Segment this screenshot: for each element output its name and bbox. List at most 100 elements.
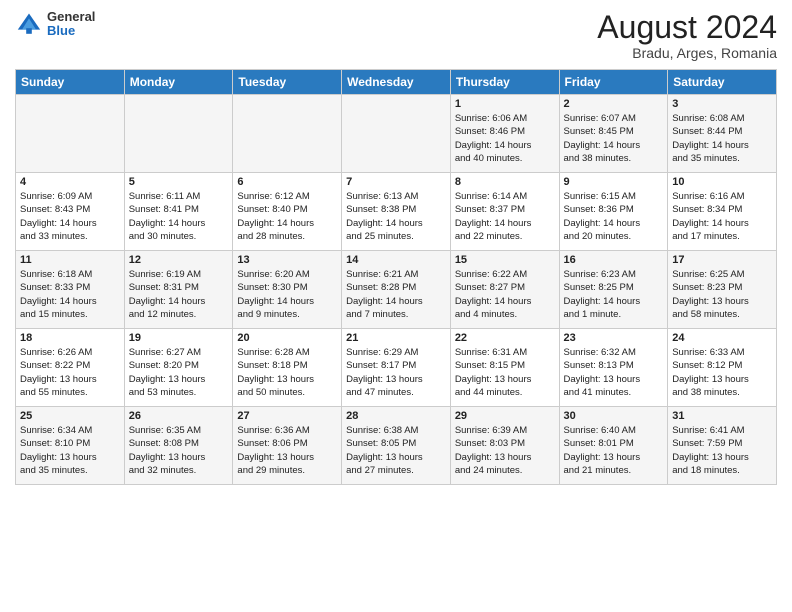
month-title: August 2024	[597, 10, 777, 45]
day-number: 5	[129, 176, 229, 188]
calendar-cell: 31 Sunrise: 6:41 AM Sunset: 7:59 PM Dayli…	[668, 407, 777, 485]
day-info: Sunrise: 6:11 AM Sunset: 8:41 PM Dayligh…	[129, 190, 229, 243]
calendar-week-row: 11Sunrise: 6:18 AM Sunset: 8:33 PM Dayli…	[16, 251, 777, 329]
calendar-cell: 4 Sunrise: 6:09 AM Sunset: 8:43 PM Daylig…	[16, 173, 125, 251]
weekday-header-sunday: Sunday	[16, 70, 125, 95]
day-number: 21	[346, 332, 446, 344]
day-number: 30	[564, 410, 664, 422]
calendar-cell: 21 Sunrise: 6:29 AM Sunset: 8:17 PM Dayli…	[342, 329, 451, 407]
day-number: 23	[564, 332, 664, 344]
calendar-table: SundayMondayTuesdayWednesdayThursdayFrid…	[15, 69, 777, 485]
calendar-cell: 27 Sunrise: 6:36 AM Sunset: 8:06 PM Dayli…	[233, 407, 342, 485]
calendar-cell: 11Sunrise: 6:18 AM Sunset: 8:33 PM Dayli…	[16, 251, 125, 329]
calendar-cell: 18Sunrise: 6:26 AM Sunset: 8:22 PM Dayli…	[16, 329, 125, 407]
day-info: Sunrise: 6:18 AM Sunset: 8:33 PM Dayligh…	[20, 268, 120, 321]
day-info: Sunrise: 6:23 AM Sunset: 8:25 PM Dayligh…	[564, 268, 664, 321]
day-info: Sunrise: 6:33 AM Sunset: 8:12 PM Dayligh…	[672, 346, 772, 399]
calendar-cell: 30 Sunrise: 6:40 AM Sunset: 8:01 PM Dayli…	[559, 407, 668, 485]
day-info: Sunrise: 6:08 AM Sunset: 8:44 PM Dayligh…	[672, 112, 772, 165]
calendar-cell: 6 Sunrise: 6:12 AM Sunset: 8:40 PM Daylig…	[233, 173, 342, 251]
day-info: Sunrise: 6:39 AM Sunset: 8:03 PM Dayligh…	[455, 424, 555, 477]
calendar-cell: 22Sunrise: 6:31 AM Sunset: 8:15 PM Dayli…	[450, 329, 559, 407]
day-number: 18	[20, 332, 120, 344]
day-info: Sunrise: 6:27 AM Sunset: 8:20 PM Dayligh…	[129, 346, 229, 399]
day-number: 14	[346, 254, 446, 266]
day-info: Sunrise: 6:20 AM Sunset: 8:30 PM Dayligh…	[237, 268, 337, 321]
calendar-cell: 23 Sunrise: 6:32 AM Sunset: 8:13 PM Dayli…	[559, 329, 668, 407]
day-number: 26	[129, 410, 229, 422]
day-info: Sunrise: 6:41 AM Sunset: 7:59 PM Dayligh…	[672, 424, 772, 477]
day-info: Sunrise: 6:31 AM Sunset: 8:15 PM Dayligh…	[455, 346, 555, 399]
day-info: Sunrise: 6:16 AM Sunset: 8:34 PM Dayligh…	[672, 190, 772, 243]
day-number: 24	[672, 332, 772, 344]
calendar-cell: 17Sunrise: 6:25 AM Sunset: 8:23 PM Dayli…	[668, 251, 777, 329]
day-number: 29	[455, 410, 555, 422]
calendar-cell: 20 Sunrise: 6:28 AM Sunset: 8:18 PM Dayli…	[233, 329, 342, 407]
calendar-week-row: 4 Sunrise: 6:09 AM Sunset: 8:43 PM Daylig…	[16, 173, 777, 251]
day-number: 19	[129, 332, 229, 344]
day-number: 20	[237, 332, 337, 344]
day-info: Sunrise: 6:21 AM Sunset: 8:28 PM Dayligh…	[346, 268, 446, 321]
day-info: Sunrise: 6:36 AM Sunset: 8:06 PM Dayligh…	[237, 424, 337, 477]
day-number: 27	[237, 410, 337, 422]
day-number: 25	[20, 410, 120, 422]
calendar-cell: 7Sunrise: 6:13 AM Sunset: 8:38 PM Daylig…	[342, 173, 451, 251]
day-info: Sunrise: 6:12 AM Sunset: 8:40 PM Dayligh…	[237, 190, 337, 243]
calendar-cell: 2Sunrise: 6:07 AM Sunset: 8:45 PM Daylig…	[559, 95, 668, 173]
weekday-header-monday: Monday	[124, 70, 233, 95]
calendar-week-row: 25 Sunrise: 6:34 AM Sunset: 8:10 PM Dayli…	[16, 407, 777, 485]
day-number: 8	[455, 176, 555, 188]
day-info: Sunrise: 6:35 AM Sunset: 8:08 PM Dayligh…	[129, 424, 229, 477]
weekday-header-friday: Friday	[559, 70, 668, 95]
day-number: 6	[237, 176, 337, 188]
calendar-cell	[16, 95, 125, 173]
weekday-header-wednesday: Wednesday	[342, 70, 451, 95]
weekday-header-tuesday: Tuesday	[233, 70, 342, 95]
calendar-cell: 24 Sunrise: 6:33 AM Sunset: 8:12 PM Dayli…	[668, 329, 777, 407]
calendar-cell: 15Sunrise: 6:22 AM Sunset: 8:27 PM Dayli…	[450, 251, 559, 329]
calendar-cell: 10 Sunrise: 6:16 AM Sunset: 8:34 PM Dayli…	[668, 173, 777, 251]
calendar-week-row: 18Sunrise: 6:26 AM Sunset: 8:22 PM Dayli…	[16, 329, 777, 407]
day-info: Sunrise: 6:32 AM Sunset: 8:13 PM Dayligh…	[564, 346, 664, 399]
day-info: Sunrise: 6:38 AM Sunset: 8:05 PM Dayligh…	[346, 424, 446, 477]
day-info: Sunrise: 6:19 AM Sunset: 8:31 PM Dayligh…	[129, 268, 229, 321]
day-info: Sunrise: 6:09 AM Sunset: 8:43 PM Dayligh…	[20, 190, 120, 243]
weekday-header-saturday: Saturday	[668, 70, 777, 95]
calendar-cell: 9 Sunrise: 6:15 AM Sunset: 8:36 PM Daylig…	[559, 173, 668, 251]
calendar-cell: 8 Sunrise: 6:14 AM Sunset: 8:37 PM Daylig…	[450, 173, 559, 251]
calendar-cell: 13 Sunrise: 6:20 AM Sunset: 8:30 PM Dayli…	[233, 251, 342, 329]
subtitle: Bradu, Arges, Romania	[597, 45, 777, 61]
day-number: 10	[672, 176, 772, 188]
day-info: Sunrise: 6:13 AM Sunset: 8:38 PM Dayligh…	[346, 190, 446, 243]
day-info: Sunrise: 6:25 AM Sunset: 8:23 PM Dayligh…	[672, 268, 772, 321]
calendar-cell: 1Sunrise: 6:06 AM Sunset: 8:46 PM Daylig…	[450, 95, 559, 173]
day-info: Sunrise: 6:29 AM Sunset: 8:17 PM Dayligh…	[346, 346, 446, 399]
calendar-cell	[342, 95, 451, 173]
day-number: 4	[20, 176, 120, 188]
title-block: August 2024 Bradu, Arges, Romania	[597, 10, 777, 61]
day-number: 13	[237, 254, 337, 266]
calendar-cell	[124, 95, 233, 173]
day-info: Sunrise: 6:34 AM Sunset: 8:10 PM Dayligh…	[20, 424, 120, 477]
day-number: 28	[346, 410, 446, 422]
day-number: 1	[455, 98, 555, 110]
day-info: Sunrise: 6:40 AM Sunset: 8:01 PM Dayligh…	[564, 424, 664, 477]
logo-blue-text: Blue	[47, 24, 95, 38]
day-info: Sunrise: 6:28 AM Sunset: 8:18 PM Dayligh…	[237, 346, 337, 399]
day-number: 9	[564, 176, 664, 188]
day-number: 12	[129, 254, 229, 266]
day-number: 31	[672, 410, 772, 422]
calendar-cell: 25 Sunrise: 6:34 AM Sunset: 8:10 PM Dayli…	[16, 407, 125, 485]
calendar-cell: 12 Sunrise: 6:19 AM Sunset: 8:31 PM Dayli…	[124, 251, 233, 329]
day-info: Sunrise: 6:22 AM Sunset: 8:27 PM Dayligh…	[455, 268, 555, 321]
weekday-header-thursday: Thursday	[450, 70, 559, 95]
day-info: Sunrise: 6:14 AM Sunset: 8:37 PM Dayligh…	[455, 190, 555, 243]
calendar-cell: 28 Sunrise: 6:38 AM Sunset: 8:05 PM Dayli…	[342, 407, 451, 485]
day-number: 2	[564, 98, 664, 110]
logo-icon	[15, 10, 43, 38]
calendar-cell: 29 Sunrise: 6:39 AM Sunset: 8:03 PM Dayli…	[450, 407, 559, 485]
logo-general-text: General	[47, 10, 95, 24]
calendar-cell: 5 Sunrise: 6:11 AM Sunset: 8:41 PM Daylig…	[124, 173, 233, 251]
calendar-cell: 26 Sunrise: 6:35 AM Sunset: 8:08 PM Dayli…	[124, 407, 233, 485]
day-info: Sunrise: 6:15 AM Sunset: 8:36 PM Dayligh…	[564, 190, 664, 243]
